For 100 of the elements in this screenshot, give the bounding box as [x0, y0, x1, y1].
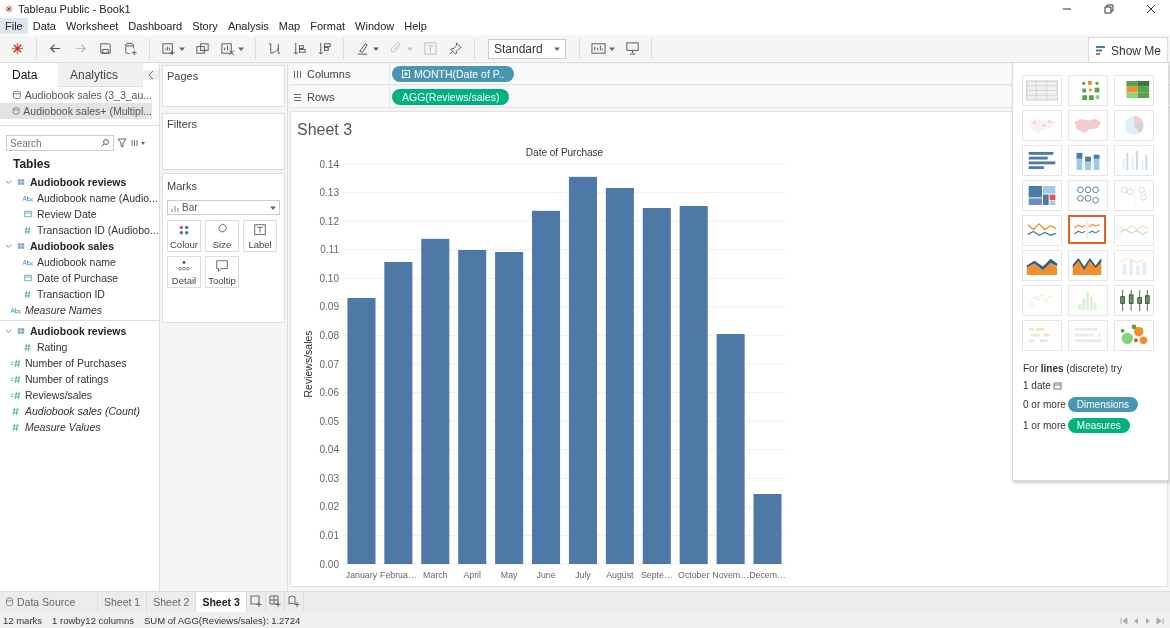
axis-tick-label: 0.00	[319, 558, 339, 570]
category-label: March	[423, 570, 448, 580]
panel-tab[interactable]: Analytics	[58, 63, 143, 87]
menu-item[interactable]: Data	[27, 18, 61, 34]
menu-item[interactable]: Worksheet	[61, 18, 124, 34]
field-name[interactable]: Review Date	[37, 208, 97, 220]
axis-tick-label: 0.04	[319, 444, 339, 456]
field-name[interactable]: Transaction ID (Audiobo...	[37, 224, 159, 236]
card-title: Pages	[167, 70, 199, 82]
fit-dropdown[interactable]: Standard	[488, 38, 566, 59]
table-name[interactable]: Audiobook reviews	[30, 176, 127, 188]
shelf-label: Rows	[307, 91, 335, 103]
axis-tick-label: 0.08	[319, 329, 339, 341]
sheet-tab[interactable]: Sheet 3	[196, 592, 247, 612]
bar[interactable]	[458, 250, 487, 564]
chevron-down-icon[interactable]	[5, 242, 12, 250]
bar[interactable]	[421, 238, 450, 564]
show-labels-icon	[423, 41, 438, 56]
bar[interactable]	[532, 210, 561, 564]
chart-type-option[interactable]	[1068, 215, 1106, 244]
search-field[interactable]: Search	[6, 135, 114, 151]
new-story-icon	[287, 594, 300, 607]
menu-item[interactable]: Dashboard	[123, 18, 188, 34]
axis-tick-label: 0.02	[319, 501, 339, 513]
marks-tooltip-button[interactable]: Tooltip	[205, 256, 239, 288]
menu-item[interactable]: Window	[350, 18, 400, 34]
detail-dots-icon	[177, 258, 191, 273]
rows-icon	[293, 92, 302, 102]
next-page-icon[interactable]	[1144, 616, 1152, 625]
bar[interactable]	[384, 262, 413, 564]
show-me-button[interactable]: Show Me	[1088, 37, 1168, 63]
restore-icon[interactable]	[1103, 2, 1115, 15]
marks-detail-button[interactable]: Detail	[167, 256, 201, 288]
category-label: Novem…	[712, 570, 749, 580]
collapse-chevron-icon[interactable]	[143, 70, 159, 80]
category-label: May	[500, 570, 518, 580]
pin-icon	[448, 41, 463, 56]
data-source-item[interactable]: Audiobook sales+ (Multipl...	[0, 103, 152, 119]
field-name[interactable]: Measure Values	[25, 421, 101, 433]
dimensions-label: Dimensions	[1067, 397, 1139, 412]
axis-tick-label: 0.09	[319, 301, 339, 313]
field-name[interactable]: Reviews/sales	[25, 389, 93, 401]
last-page-icon[interactable]	[1156, 616, 1164, 625]
table-name[interactable]: Audiobook reviews	[30, 325, 127, 337]
sort-descending-icon	[317, 41, 332, 56]
field-name[interactable]: Date of Purchase	[37, 272, 119, 284]
field-name[interactable]: Rating	[37, 341, 68, 353]
bar[interactable]	[716, 334, 745, 564]
field-name[interactable]: Audiobook sales (Count)	[25, 405, 140, 417]
field-name[interactable]: Number of Purchases	[25, 357, 127, 369]
save-icon	[98, 41, 113, 56]
menu-item[interactable]: Map	[273, 18, 306, 34]
requirement-text: 1 date	[1023, 380, 1051, 391]
table-icon	[15, 325, 27, 337]
category-label: October	[678, 570, 710, 580]
mark-type-dropdown[interactable]: Bar	[167, 200, 280, 215]
menu-item[interactable]: Story	[187, 18, 223, 34]
chevron-down-icon[interactable]	[5, 327, 12, 335]
bar-chart-icon	[171, 203, 179, 212]
status-text: 12 marks	[3, 615, 43, 626]
marks-label-button[interactable]: Label	[243, 220, 277, 252]
number-type-icon	[22, 288, 34, 300]
view-options-icon[interactable]	[130, 138, 146, 148]
axis-tick-label: 0.05	[319, 415, 339, 427]
close-icon[interactable]	[1145, 2, 1157, 15]
show-me-icon	[1095, 44, 1107, 57]
field-name[interactable]: Transaction ID	[37, 288, 105, 300]
first-page-icon[interactable]	[1120, 616, 1128, 625]
filter-icon[interactable]	[117, 138, 127, 148]
show-cards-icon	[591, 41, 606, 56]
category-label: Decem…	[749, 570, 786, 580]
card-title: Filters	[167, 118, 197, 130]
chevron-down-icon[interactable]	[5, 178, 12, 186]
marks-size-button[interactable]: Size	[205, 220, 239, 252]
shelf-label: Columns	[307, 68, 351, 80]
table-name[interactable]: Audiobook sales	[30, 240, 114, 252]
menu-item[interactable]: Analysis	[222, 18, 274, 34]
bar[interactable]	[568, 176, 597, 564]
menu-item[interactable]: Help	[399, 18, 432, 34]
dropdown-caret-icon	[179, 45, 185, 52]
highlighter-icon	[355, 41, 370, 56]
bar[interactable]	[605, 188, 634, 564]
field-name[interactable]: Audiobook name	[37, 256, 116, 268]
card-title: Marks	[167, 180, 197, 192]
field-name[interactable]: Number of ratings	[25, 373, 109, 385]
field-name[interactable]: Audiobook name (Audio...	[37, 192, 158, 204]
previous-page-icon[interactable]	[1132, 616, 1140, 625]
axis-tick-label: 0.12	[319, 215, 339, 227]
calculated-number-icon	[10, 389, 22, 401]
clear-sheet-icon	[220, 41, 235, 56]
bar[interactable]	[753, 494, 782, 564]
marks-colour-button[interactable]: Colour	[167, 220, 201, 252]
menu-item[interactable]: Format	[305, 18, 351, 34]
bar[interactable]	[642, 208, 671, 564]
bar[interactable]	[495, 252, 524, 564]
bar[interactable]	[347, 298, 376, 564]
bar[interactable]	[679, 206, 708, 564]
data-source-item[interactable]: Audiobook sales (3_3_au...	[0, 87, 152, 103]
field-name[interactable]: Measure Names	[25, 304, 103, 316]
menu-item[interactable]: File	[0, 18, 28, 34]
